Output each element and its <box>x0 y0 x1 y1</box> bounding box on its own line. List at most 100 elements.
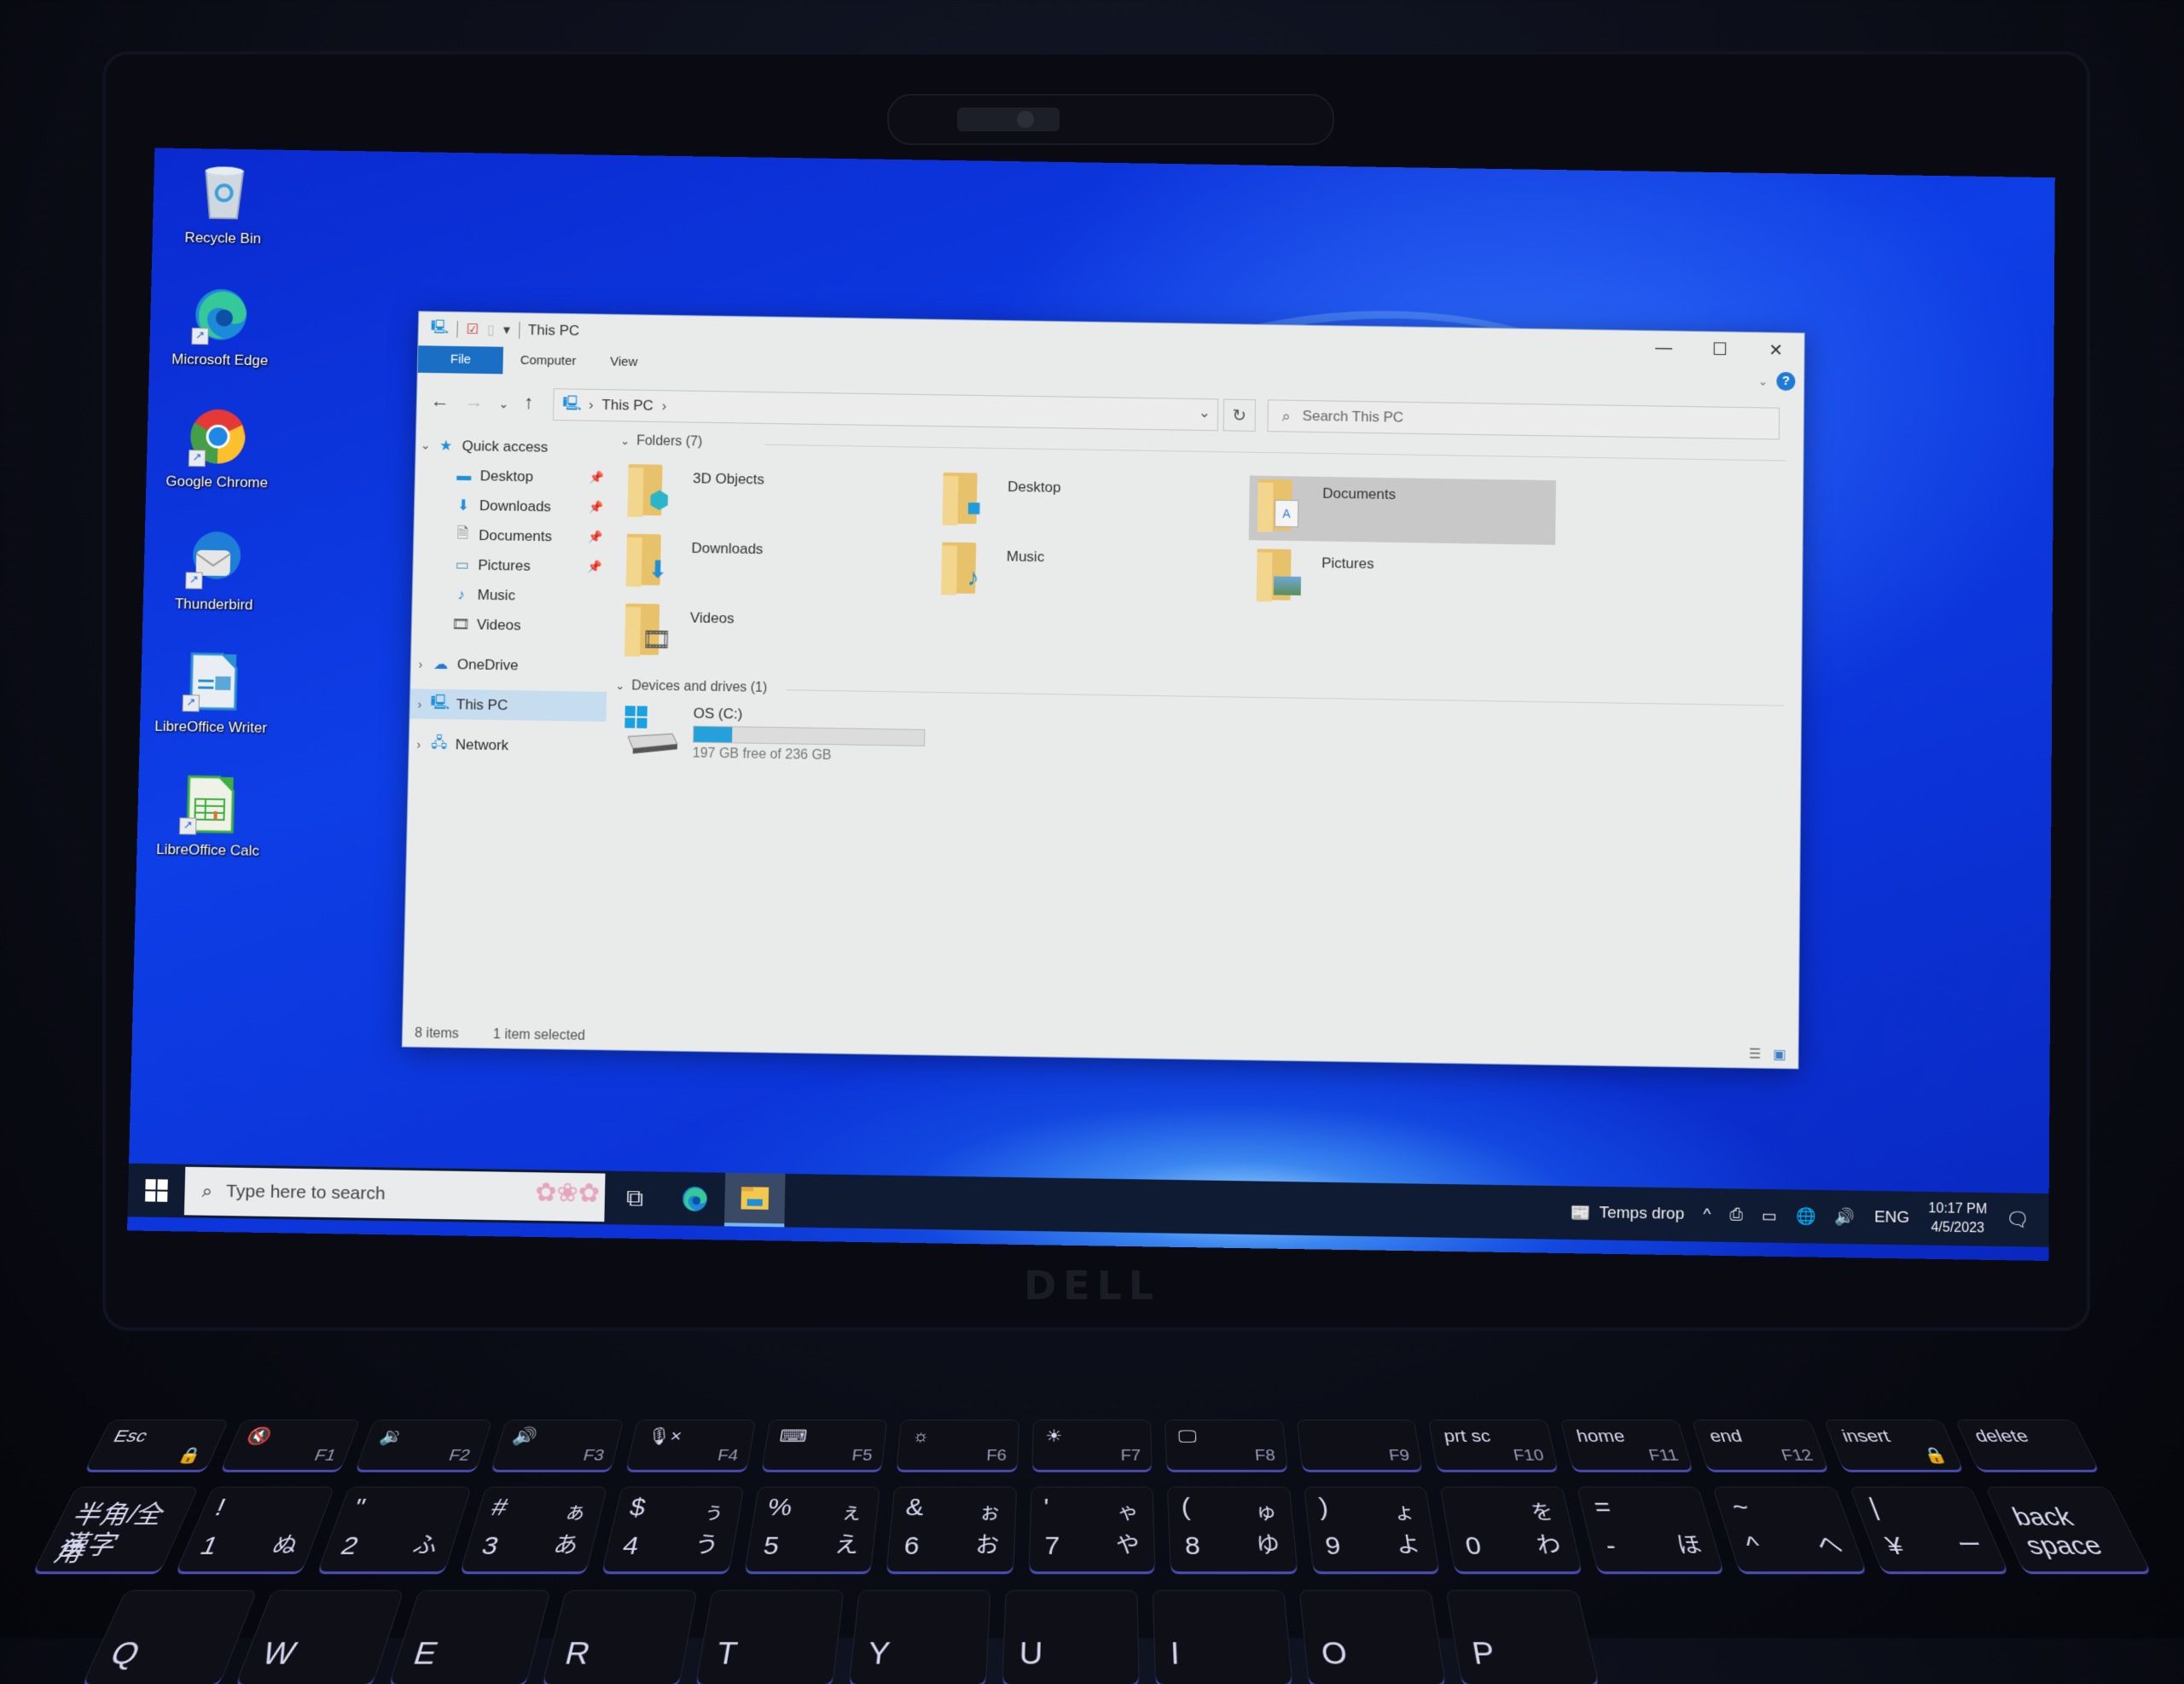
collapsed-chevron-icon[interactable]: › <box>410 737 428 751</box>
nav-label: Music <box>477 586 516 603</box>
back-arrow-icon[interactable]: ← <box>430 390 450 415</box>
tab-view[interactable]: View <box>593 348 655 376</box>
nav-this-pc[interactable]: › 🖳 This PC <box>410 688 607 722</box>
close-button[interactable]: ✕ <box>1748 333 1804 368</box>
navigation-buttons: ← → ⌄ ↑ <box>430 390 549 417</box>
recent-locations-chevron-icon[interactable]: ⌄ <box>498 391 508 416</box>
nav-quick-videos[interactable]: 🎞 Videos <box>412 609 609 642</box>
minimize-button[interactable]: — <box>1635 331 1692 366</box>
address-bar[interactable]: 🖳 › This PC › ⌄ <box>552 388 1219 432</box>
status-bar: 8 items 1 item selected <box>415 1026 585 1044</box>
tab-file[interactable]: File <box>417 346 504 375</box>
folder-pictures-icon <box>1255 545 1310 606</box>
window-title: This PC <box>527 322 580 340</box>
key-label: 6 <box>903 1531 921 1560</box>
properties-button[interactable]: ☑ <box>467 321 479 338</box>
pin-icon: 📌 <box>589 500 604 514</box>
breadcrumb-this-pc[interactable]: This PC <box>601 397 653 415</box>
address-dropdown-chevron-icon[interactable]: ⌄ <box>1199 404 1211 421</box>
desktop-icon-label: Microsoft Edge <box>171 351 269 369</box>
key-kana: よ <box>1394 1531 1423 1558</box>
folder-3d-objects-icon: ⬢ <box>625 461 681 521</box>
nav-quick-downloads[interactable]: ⬇ Downloads 📌 <box>415 490 611 522</box>
show-hidden-icons-chevron-icon[interactable]: ^ <box>1703 1205 1711 1224</box>
help-icon[interactable]: ? <box>1776 371 1796 392</box>
number-key-row: 半角/全角 漢字! 1 ぬ " 2 ふ # ぁ 3 あ $ ぅ 4 う% ぇ 5 え & ぉ 6 お ' ゃ 7 や (ゅ 8 ゆ) ょ 9… <box>33 1487 2151 1572</box>
number-key: | ¥ ー <box>1850 1487 2008 1572</box>
network-globe-icon[interactable]: 🌐 <box>1796 1206 1816 1228</box>
task-view-icon: ⧉ <box>625 1183 644 1211</box>
nav-quick-access[interactable]: ⌄ ★ Quick access <box>415 430 612 462</box>
new-folder-button[interactable]: ▯ <box>487 322 495 339</box>
key-kana-shift: ぉ <box>978 1501 1002 1524</box>
battery-icon[interactable]: ▭ <box>1762 1206 1777 1227</box>
folder-3d-objects[interactable]: ⬢ 3D Objects <box>619 461 926 530</box>
number-key: % ぇ 5 え <box>745 1487 880 1572</box>
large-icons-view-icon[interactable]: ▣ <box>1773 1046 1786 1063</box>
letter-key-row: QWERTYUIOP <box>83 1590 2184 1684</box>
news-widget[interactable]: 📰 Temps drop <box>1570 1203 1684 1225</box>
task-view-button[interactable]: ⧉ <box>604 1171 665 1226</box>
taskbar-edge-button[interactable] <box>665 1172 726 1227</box>
desktop-icon-thunderbird[interactable]: ↗ Thunderbird <box>149 522 280 643</box>
key-sublabel: F6 <box>985 1447 1008 1465</box>
nav-quick-desktop[interactable]: ▬ Desktop 📌 <box>415 460 612 492</box>
search-input[interactable]: ⌕ Search This PC <box>1267 399 1780 440</box>
expanded-chevron-icon[interactable]: ⌄ <box>615 679 624 693</box>
breadcrumb-separator[interactable]: › <box>662 398 667 415</box>
start-button[interactable] <box>127 1164 185 1218</box>
key-sublabel: F1 <box>311 1447 339 1465</box>
nav-onedrive[interactable]: › ☁ OneDrive <box>411 648 608 682</box>
nav-quick-music[interactable]: ♪ Music <box>412 579 608 613</box>
taskbar-search-box[interactable]: ⌕ Type here to search ✿❀✿ <box>183 1166 606 1222</box>
windows-logo-icon <box>145 1179 168 1202</box>
clock[interactable]: 10:17 PM 4/5/2023 <box>1928 1199 1987 1239</box>
key-shift-label: & <box>904 1494 925 1521</box>
refresh-button[interactable]: ↻ <box>1223 398 1257 432</box>
notification-center-icon[interactable]: 🗨 <box>2006 1209 2030 1232</box>
desktop-icon-label: Google Chrome <box>166 473 269 491</box>
customize-toolbar-button[interactable]: ▾ <box>503 322 510 339</box>
folder-pictures[interactable]: Pictures <box>1248 545 1555 614</box>
key-kana-shift: ゅ <box>1254 1501 1278 1524</box>
key-label: 2 <box>337 1531 363 1560</box>
volume-icon[interactable]: 🔊 <box>1835 1206 1856 1228</box>
up-arrow-icon[interactable]: ↑ <box>524 392 534 417</box>
key-sublabel: F3 <box>581 1447 607 1465</box>
key-label: U <box>1019 1635 1043 1672</box>
details-view-icon[interactable]: ☰ <box>1749 1045 1762 1062</box>
number-key: を 0 わ <box>1441 1487 1582 1572</box>
expanded-chevron-icon[interactable]: ⌄ <box>416 438 435 452</box>
nav-quick-pictures[interactable]: ▭ Pictures 📌 <box>413 549 609 582</box>
forward-arrow-icon[interactable]: → <box>464 391 483 416</box>
taskbar-file-explorer-button[interactable] <box>724 1172 786 1228</box>
desktop-icon-google-chrome[interactable]: ↗ Google Chrome <box>152 400 282 521</box>
language-indicator[interactable]: ENG <box>1874 1208 1910 1228</box>
desktop-icon-microsoft-edge[interactable]: ↗ Microsoft Edge <box>155 278 286 398</box>
expanded-chevron-icon[interactable]: ⌄ <box>620 434 630 448</box>
camera-privacy-icon[interactable]: ⎙ <box>1729 1206 1742 1225</box>
collapsed-chevron-icon[interactable]: › <box>410 697 429 711</box>
collapsed-chevron-icon[interactable]: › <box>411 657 430 671</box>
maximize-button[interactable]: ☐ <box>1692 332 1748 367</box>
folder-documents[interactable]: A Documents <box>1248 475 1556 545</box>
item-count: 8 items <box>414 1025 460 1042</box>
key-shift-label: ( <box>1181 1494 1192 1521</box>
drive-os-c[interactable]: OS (C:) 197 GB free of 236 GB <box>613 702 956 775</box>
folder-desktop[interactable]: ■ Desktop <box>933 469 1240 538</box>
folder-music[interactable]: ♪ Music <box>932 538 1240 607</box>
folder-videos[interactable]: 🎞 Videos <box>616 600 924 670</box>
expand-ribbon-chevron-icon[interactable]: ⌄ <box>1758 374 1769 388</box>
desktop-icon-recycle-bin[interactable]: Recycle Bin <box>159 156 289 276</box>
taskbar: ⌕ Type here to search ✿❀✿ ⧉ 📰 Temps drop… <box>127 1163 2049 1247</box>
nav-label: This PC <box>456 695 508 713</box>
nav-quick-documents[interactable]: 🗎 Documents 📌 <box>414 520 610 552</box>
music-note-icon: ♪ <box>457 585 466 603</box>
desktop-icon-libreoffice-writer[interactable]: ↗ LibreOffice Writer <box>146 645 276 766</box>
group-label: Folders (7) <box>636 433 703 450</box>
folder-downloads[interactable]: ⬇ Downloads <box>618 531 926 600</box>
function-key: home F11 <box>1560 1420 1693 1470</box>
nav-network[interactable]: › 🖧 Network <box>409 729 606 762</box>
tab-computer[interactable]: Computer <box>502 347 593 375</box>
desktop-icon-libreoffice-calc[interactable]: ↗ LibreOffice Calc <box>142 768 274 890</box>
